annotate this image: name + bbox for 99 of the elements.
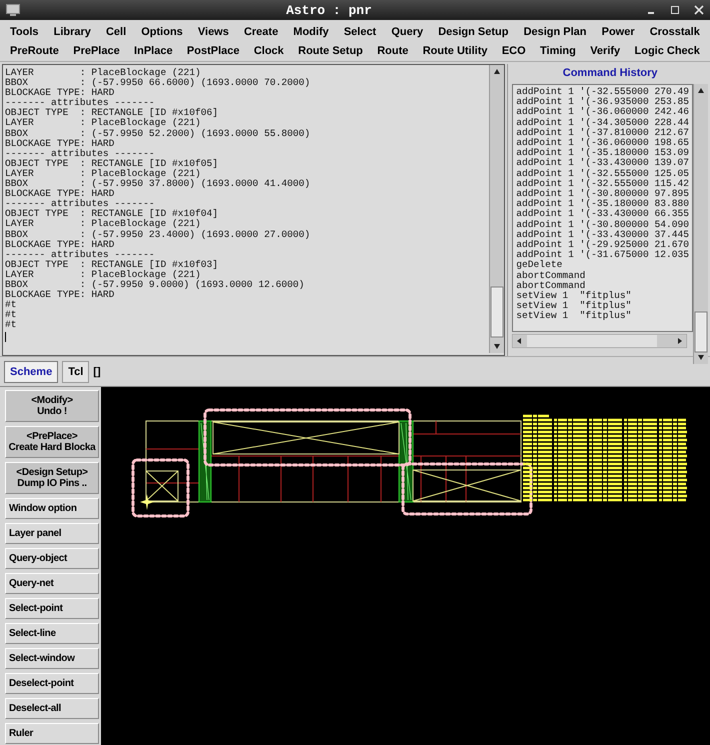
console-line: BBOX : (-57.9950 23.4000) (1693.0000 27.0000): [5, 230, 312, 240]
console-line: OBJECT TYPE : RECTANGLE [ID #x10f03]: [5, 260, 220, 270]
history-entry[interactable]: addPoint 1 '(-36.935000 253.85: [516, 97, 689, 108]
console-line: ------- attributes -------: [5, 199, 155, 210]
history-entry[interactable]: addPoint 1 '(-31.675000 12.035: [516, 250, 689, 260]
history-entry[interactable]: addPoint 1 '(-33.430000 66.355: [516, 209, 689, 220]
console-line: LAYER : PlaceBlockage (221): [5, 118, 202, 129]
menu-item[interactable]: Cell: [102, 26, 130, 38]
recent-command-button[interactable]: <Design Setup> Dump IO Pins ..: [5, 462, 99, 494]
history-entry[interactable]: addPoint 1 '(-37.810000 212.67: [516, 128, 689, 138]
tool-button[interactable]: Query-net: [5, 573, 99, 594]
console-line: OBJECT TYPE : RECTANGLE [ID #x10f06]: [5, 108, 220, 118]
console-line: BLOCKAGE TYPE: HARD: [5, 88, 116, 98]
menu-item[interactable]: Verify: [586, 44, 624, 56]
menu-item[interactable]: Route Utility: [418, 44, 492, 56]
console-line: BBOX : (-57.9950 66.6000) (1693.0000 70.2000): [5, 78, 312, 88]
menu-item[interactable]: Design Plan: [520, 26, 591, 38]
menu-item[interactable]: Select: [340, 26, 380, 38]
console-line: #t: [5, 310, 18, 320]
menu-item[interactable]: InPlace: [130, 44, 177, 56]
history-entry[interactable]: addPoint 1 '(-36.060000 242.46: [516, 107, 689, 118]
tool-button[interactable]: Deselect-all: [5, 698, 99, 719]
console-line: BLOCKAGE TYPE: HARD: [5, 240, 114, 250]
menu-item[interactable]: Tools: [6, 26, 43, 38]
history-entry[interactable]: abortCommand: [516, 270, 689, 281]
history-entry[interactable]: setView 1 "fitplus": [516, 291, 689, 302]
console-line: OBJECT TYPE : RECTANGLE [ID #x10f05]: [5, 158, 220, 169]
menu-item[interactable]: Create: [240, 26, 282, 38]
history-entry[interactable]: addPoint 1 '(-34.305000 228.44: [516, 118, 689, 128]
menu-item[interactable]: Query: [387, 26, 428, 38]
panel-title: Command History: [562, 66, 659, 81]
console-line: LAYER : PlaceBlockage (221): [5, 219, 202, 230]
menu-item[interactable]: Route Setup: [294, 44, 367, 56]
maximize-icon[interactable]: [670, 5, 680, 15]
menu-item[interactable]: Route: [373, 44, 412, 56]
shell-tab[interactable]: Tcl: [62, 361, 90, 383]
vertical-scrollbar[interactable]: [489, 65, 504, 353]
tool-button[interactable]: Window option: [5, 498, 99, 519]
tool-button[interactable]: Select-window: [5, 648, 99, 669]
tool-button[interactable]: Query-object: [5, 548, 99, 569]
history-entry[interactable]: addPoint 1 '(-32.555000 125.05: [516, 168, 689, 179]
text-cursor: [5, 332, 6, 342]
menu-item[interactable]: PreRoute: [6, 44, 63, 56]
console-line: LAYER : PlaceBlockage (221): [5, 68, 202, 78]
menu-item[interactable]: Options: [137, 26, 187, 38]
history-entry[interactable]: addPoint 1 '(-32.555000 115.42: [516, 178, 689, 190]
history-entry[interactable]: setView 1 "fitplus": [516, 311, 689, 322]
app-icon: [6, 4, 20, 16]
console-line: OBJECT TYPE : RECTANGLE [ID #x10f04]: [5, 209, 220, 220]
console-line: BLOCKAGE TYPE: HARD: [5, 138, 114, 149]
menu-item[interactable]: Modify: [289, 26, 333, 38]
history-entry[interactable]: addPoint 1 '(-35.180000 153.09: [516, 148, 689, 158]
history-entry[interactable]: addPoint 1 '(-30.800000 97.895: [516, 189, 689, 200]
console-line: ------- attributes -------: [5, 250, 156, 260]
history-entry[interactable]: addPoint 1 '(-35.180000 83.880: [516, 199, 689, 210]
menu-item[interactable]: Clock: [250, 44, 288, 56]
history-entry[interactable]: setView 1 "fitplus": [516, 301, 689, 312]
vertical-scrollbar[interactable]: [693, 84, 708, 364]
history-entry[interactable]: addPoint 1 '(-30.800000 54.090: [516, 220, 689, 230]
menu-item[interactable]: ECO: [498, 44, 530, 56]
console-line: LAYER : PlaceBlockage (221): [5, 168, 201, 179]
console-line: LAYER : PlaceBlockage (221): [5, 270, 201, 280]
history-entry[interactable]: addPoint 1 '(-29.925000 21.670: [516, 240, 689, 250]
menu-item[interactable]: Views: [194, 26, 233, 38]
tool-button[interactable]: Ruler: [5, 723, 99, 744]
menu-item[interactable]: Logic Check: [630, 44, 704, 56]
recent-command-button[interactable]: <Modify> Undo !: [5, 390, 99, 422]
console-line: BLOCKAGE TYPE: HARD: [5, 290, 116, 300]
tool-button[interactable]: Select-line: [5, 623, 99, 644]
menu-item[interactable]: PostPlace: [182, 44, 244, 56]
recent-command-button[interactable]: <PrePlace> Create Hard Blocka: [5, 426, 99, 458]
console-line: BBOX : (-57.9950 37.8000) (1693.0000 41.4000): [5, 179, 312, 190]
horizontal-scrollbar[interactable]: [512, 334, 688, 348]
tool-button[interactable]: Select-point: [5, 598, 99, 619]
history-entry[interactable]: abortCommand: [516, 280, 689, 292]
shell-tab[interactable]: Scheme: [4, 361, 58, 383]
menu-item[interactable]: Timing: [536, 44, 580, 56]
shell-prompt: []: [93, 366, 101, 378]
history-entry[interactable]: addPoint 1 '(-33.430000 139.07: [516, 158, 689, 169]
tool-button[interactable]: Layer panel: [5, 523, 99, 544]
history-entry[interactable]: addPoint 1 '(-36.060000 198.65: [516, 138, 689, 148]
console-line: BLOCKAGE TYPE: HARD: [5, 189, 116, 200]
menu-item[interactable]: Design Setup: [434, 26, 512, 38]
menu-item[interactable]: Library: [50, 26, 95, 38]
menu-item[interactable]: PrePlace: [69, 44, 124, 56]
console-line: ------- attributes -------: [5, 98, 155, 108]
close-icon[interactable]: [694, 5, 704, 15]
console-line: #t: [5, 320, 18, 330]
console-line: BBOX : (-57.9950 9.0000) (1693.0000 12.6000): [5, 280, 306, 290]
tool-button[interactable]: Deselect-point: [5, 673, 99, 694]
history-entry[interactable]: addPoint 1 '(-33.430000 37.445: [516, 230, 689, 240]
console-line: #t: [5, 300, 18, 310]
window-title: Astro : pnr: [285, 2, 373, 18]
history-entry[interactable]: addPoint 1 '(-32.555000 270.49: [516, 87, 689, 98]
console-line: BBOX : (-57.9950 52.2000) (1693.0000 55.8000): [5, 128, 312, 139]
console-line: ------- attributes -------: [5, 148, 156, 159]
menu-item[interactable]: Power: [598, 26, 639, 38]
menu-item[interactable]: Crosstalk: [646, 26, 704, 38]
history-entry[interactable]: geDelete: [516, 260, 689, 271]
